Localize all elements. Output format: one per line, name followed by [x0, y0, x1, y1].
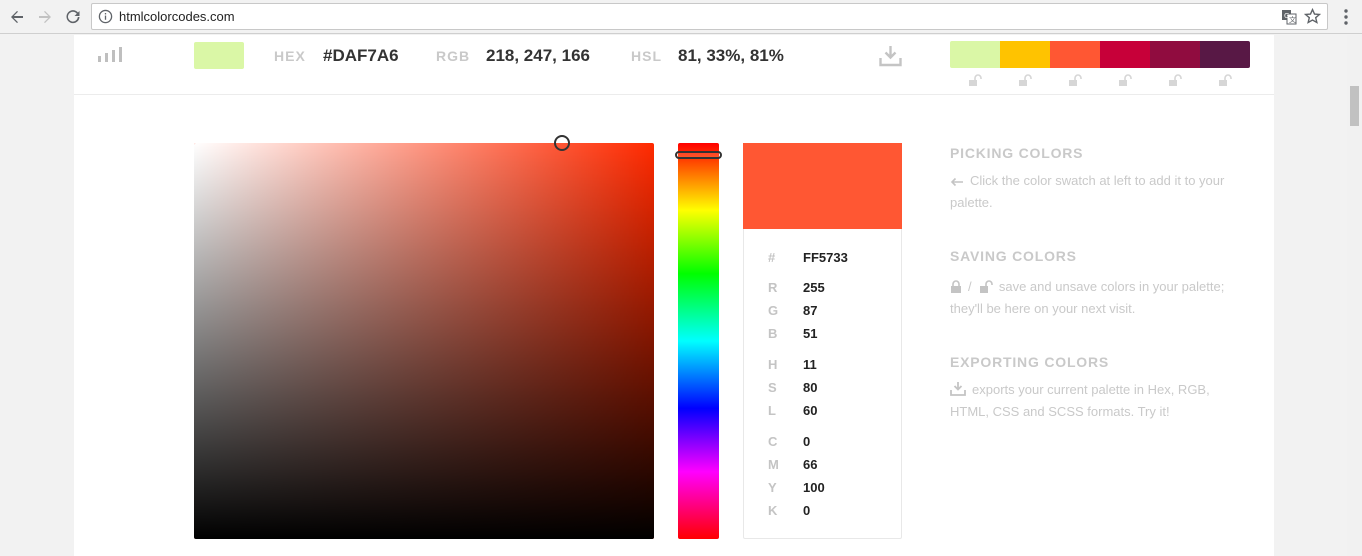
- url-text[interactable]: htmlcolorcodes.com: [119, 9, 235, 24]
- back-button[interactable]: [6, 6, 28, 28]
- address-bar[interactable]: htmlcolorcodes.com G文: [91, 3, 1328, 30]
- current-color-swatch[interactable]: [194, 42, 244, 69]
- saved-palette: [950, 41, 1250, 68]
- color-info-value[interactable]: 66: [803, 457, 817, 472]
- palette-swatch[interactable]: [950, 41, 1000, 68]
- color-info-key: H: [768, 357, 778, 372]
- color-info-row: H 11: [744, 357, 903, 375]
- bar-chart-icon[interactable]: [97, 47, 123, 62]
- picking-colors-text: Click the color swatch at left to add it…: [950, 170, 1250, 214]
- hue-slider[interactable]: [678, 143, 719, 539]
- picking-colors-title: PICKING COLORS: [950, 145, 1084, 161]
- saving-slash: /: [968, 279, 972, 294]
- color-info-value[interactable]: 0: [803, 434, 810, 449]
- color-info-value[interactable]: FF5733: [803, 250, 848, 265]
- color-info-card: # FF5733 R 255 G 87 B 51 H 11 S 80 L 60 C 0 M 66 Y 100 K 0: [743, 143, 902, 539]
- saving-colors-text: / save and unsave colors in your palette…: [950, 276, 1250, 320]
- reload-icon: [66, 10, 80, 24]
- palette-swatch[interactable]: [1200, 41, 1250, 68]
- color-info-value[interactable]: 87: [803, 303, 817, 318]
- info-icon[interactable]: [98, 9, 113, 24]
- color-info-key: B: [768, 326, 778, 341]
- arrow-right-icon: [39, 11, 51, 23]
- rgb-value[interactable]: 218, 247, 166: [486, 46, 590, 66]
- palette-swatch[interactable]: [1050, 41, 1100, 68]
- color-info-row: R 255: [744, 280, 903, 298]
- color-info-key: R: [768, 280, 778, 295]
- forward-button[interactable]: [34, 6, 56, 28]
- download-icon[interactable]: [879, 45, 902, 67]
- color-info-value[interactable]: 100: [803, 480, 825, 495]
- color-info-key: Y: [768, 480, 777, 495]
- rgb-label: RGB: [436, 48, 471, 64]
- color-info-value[interactable]: 11: [803, 357, 817, 372]
- color-info-row: M 66: [744, 457, 903, 475]
- unlock-icon[interactable]: [1168, 73, 1182, 87]
- saving-colors-title: SAVING COLORS: [950, 248, 1077, 264]
- color-info-row: C0: [744, 434, 903, 452]
- divider: [74, 94, 1274, 95]
- color-info-row: G 87: [744, 303, 903, 321]
- saturation-value-picker[interactable]: [194, 143, 654, 539]
- unlock-icon[interactable]: [1218, 73, 1232, 87]
- palette-swatch[interactable]: [1000, 41, 1050, 68]
- picking-colors-description: Click the color swatch at left to add it…: [950, 173, 1225, 210]
- color-info-row: S 80: [744, 380, 903, 398]
- scrollbar-thumb[interactable]: [1350, 86, 1359, 126]
- reload-button[interactable]: [62, 6, 84, 28]
- color-info-key: #: [768, 250, 776, 265]
- exporting-colors-description: exports your current palette in Hex, RGB…: [950, 382, 1210, 419]
- browser-toolbar: htmlcolorcodes.com G文: [0, 0, 1362, 34]
- hsl-value[interactable]: 81, 33%, 81%: [678, 46, 784, 66]
- color-info-row: # FF5733: [744, 250, 903, 268]
- color-info-key: S: [768, 380, 777, 395]
- color-info-value[interactable]: 0: [803, 503, 810, 518]
- color-info-row: K0: [744, 503, 903, 521]
- arrow-left-icon: [950, 177, 963, 187]
- color-info-value[interactable]: 255: [803, 280, 825, 295]
- lock-closed-icon: [951, 280, 961, 293]
- color-info-key: C: [768, 434, 778, 449]
- color-info-value[interactable]: 80: [803, 380, 817, 395]
- color-info-key: K: [768, 503, 778, 518]
- bookmark-star-icon[interactable]: [1304, 8, 1321, 25]
- palette-swatch[interactable]: [1150, 41, 1200, 68]
- unlock-icon[interactable]: [968, 73, 982, 87]
- exporting-colors-title: EXPORTING COLORS: [950, 354, 1110, 370]
- saturation-value-handle[interactable]: [554, 135, 570, 151]
- color-preview-swatch[interactable]: [743, 143, 902, 229]
- arrow-left-icon: [11, 11, 23, 23]
- color-info-row: B 51: [744, 326, 903, 344]
- unlock-icon[interactable]: [1068, 73, 1082, 87]
- svg-text:文: 文: [1289, 15, 1296, 24]
- palette-swatch[interactable]: [1100, 41, 1150, 68]
- download-icon: [950, 382, 966, 396]
- color-info-value[interactable]: 51: [803, 326, 817, 341]
- lock-open-icon: [979, 280, 993, 293]
- color-info-row: Y 100: [744, 480, 903, 498]
- color-info-value[interactable]: 60: [803, 403, 817, 418]
- hue-slider-handle[interactable]: [675, 151, 722, 159]
- color-info-key: G: [768, 303, 779, 318]
- hsl-label: HSL: [631, 48, 662, 64]
- color-info-key: L: [768, 403, 776, 418]
- color-info-key: M: [768, 457, 779, 472]
- color-info-row: L 60: [744, 403, 903, 421]
- exporting-colors-text: exports your current palette in Hex, RGB…: [950, 379, 1250, 423]
- unlock-icon[interactable]: [1118, 73, 1132, 87]
- scrollbar[interactable]: [1347, 35, 1362, 556]
- more-vert-icon[interactable]: [1340, 8, 1352, 26]
- translate-icon[interactable]: G文: [1281, 9, 1297, 25]
- unlock-icon[interactable]: [1018, 73, 1032, 87]
- hex-label: HEX: [274, 48, 306, 64]
- hex-value[interactable]: #DAF7A6: [323, 46, 399, 66]
